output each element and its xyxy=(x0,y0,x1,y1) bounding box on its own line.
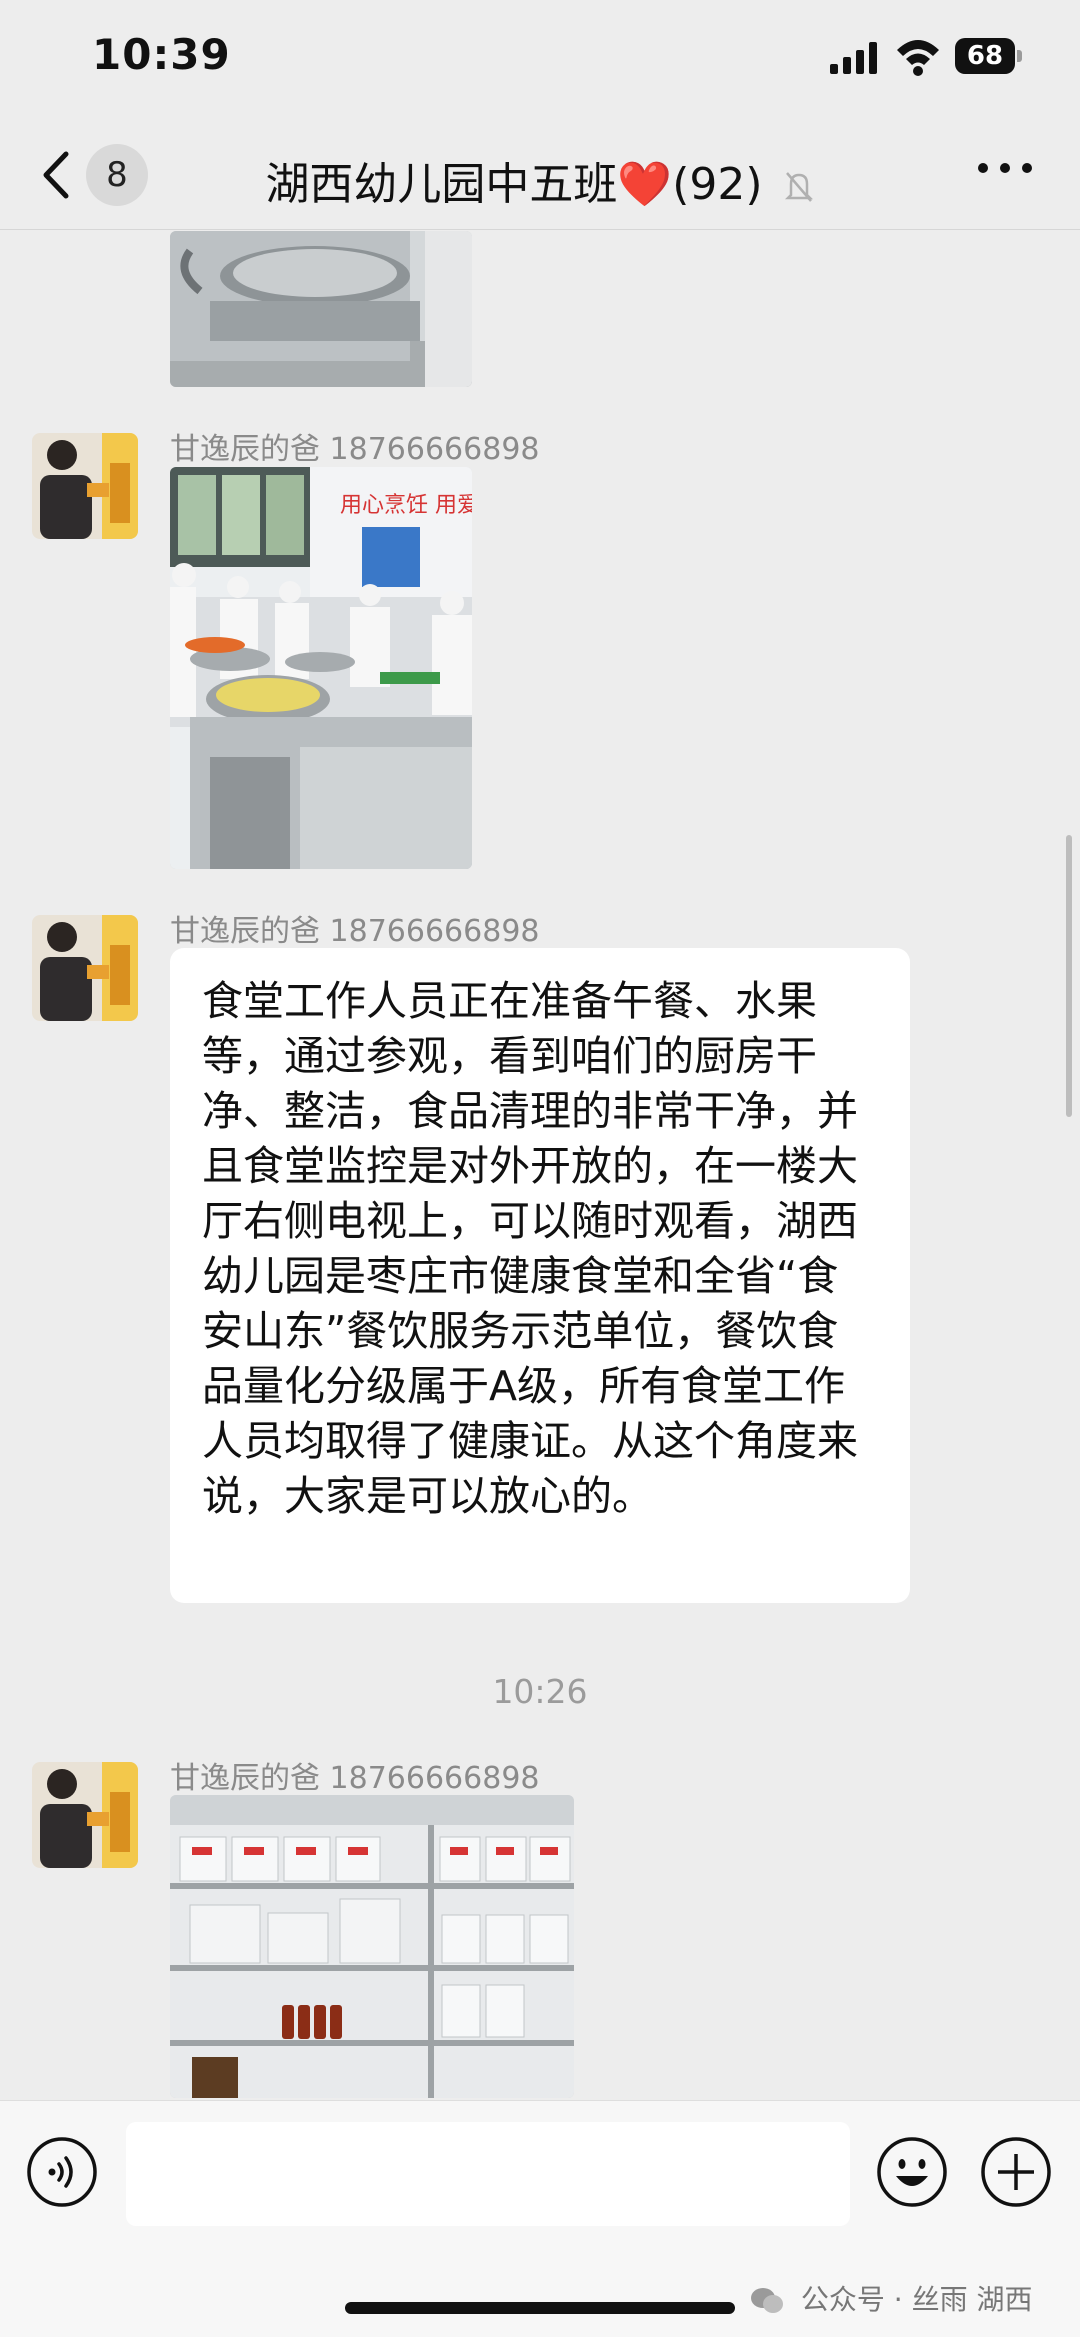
battery-level: 68 xyxy=(955,38,1015,74)
sender-name: 甘逸辰的爸 18766666898 xyxy=(170,432,540,467)
photo-cooker xyxy=(170,231,472,387)
status-bar: 10:39 68 xyxy=(0,0,1080,120)
image-message-shelves[interactable] xyxy=(170,1795,574,2098)
photo-shelves xyxy=(170,1795,574,2098)
avatar[interactable] xyxy=(32,433,138,539)
sender-name: 甘逸辰的爸 18766666898 xyxy=(170,914,540,949)
chat-header: 8 湖西幼儿园中五班❤️(92) xyxy=(0,120,1080,230)
photo-kitchen: 用心烹饪 用爱 xyxy=(170,467,472,869)
status-time: 10:39 xyxy=(92,30,231,79)
image-message-cooker[interactable] xyxy=(170,231,472,387)
chat-title-text: 湖西幼儿园中五班❤️(92) xyxy=(265,159,763,210)
avatar[interactable] xyxy=(32,915,138,1021)
emoji-icon[interactable] xyxy=(876,2136,948,2208)
image-message-kitchen[interactable]: 用心烹饪 用爱 xyxy=(170,467,472,869)
voice-icon[interactable] xyxy=(26,2136,98,2208)
sender-name: 甘逸辰的爸 18766666898 xyxy=(170,1761,540,1796)
battery-tip xyxy=(1017,50,1022,62)
scroll-indicator[interactable] xyxy=(1066,835,1072,1117)
home-indicator[interactable] xyxy=(345,2302,735,2314)
wifi-icon xyxy=(897,40,939,76)
wechat-icon xyxy=(751,2288,783,2313)
watermark: 公众号 · 丝雨 湖西 xyxy=(750,2278,1033,2318)
avatar-photo xyxy=(32,433,138,539)
watermark-text: 公众号 · 丝雨 湖西 xyxy=(800,2283,1033,2316)
battery-icon: 68 xyxy=(955,38,1023,74)
time-separator: 10:26 xyxy=(492,1672,588,1711)
chat-title: 湖西幼儿园中五班❤️(92) xyxy=(0,148,1080,212)
avatar-photo xyxy=(32,915,138,1021)
avatar[interactable] xyxy=(32,1762,138,1868)
signal-icon xyxy=(830,42,877,74)
text-message-bubble[interactable]: 食堂工作人员正在准备午餐、水果等，通过参观，看到咱们的厨房干净、整洁，食品清理的… xyxy=(170,948,910,1603)
plus-icon[interactable] xyxy=(980,2136,1052,2208)
mute-icon xyxy=(784,172,813,202)
avatar-photo xyxy=(32,1762,138,1868)
more-icon[interactable] xyxy=(975,160,1035,176)
message-input[interactable] xyxy=(126,2122,850,2226)
svg-text:用心烹饪 用爱: 用心烹饪 用爱 xyxy=(340,493,472,518)
